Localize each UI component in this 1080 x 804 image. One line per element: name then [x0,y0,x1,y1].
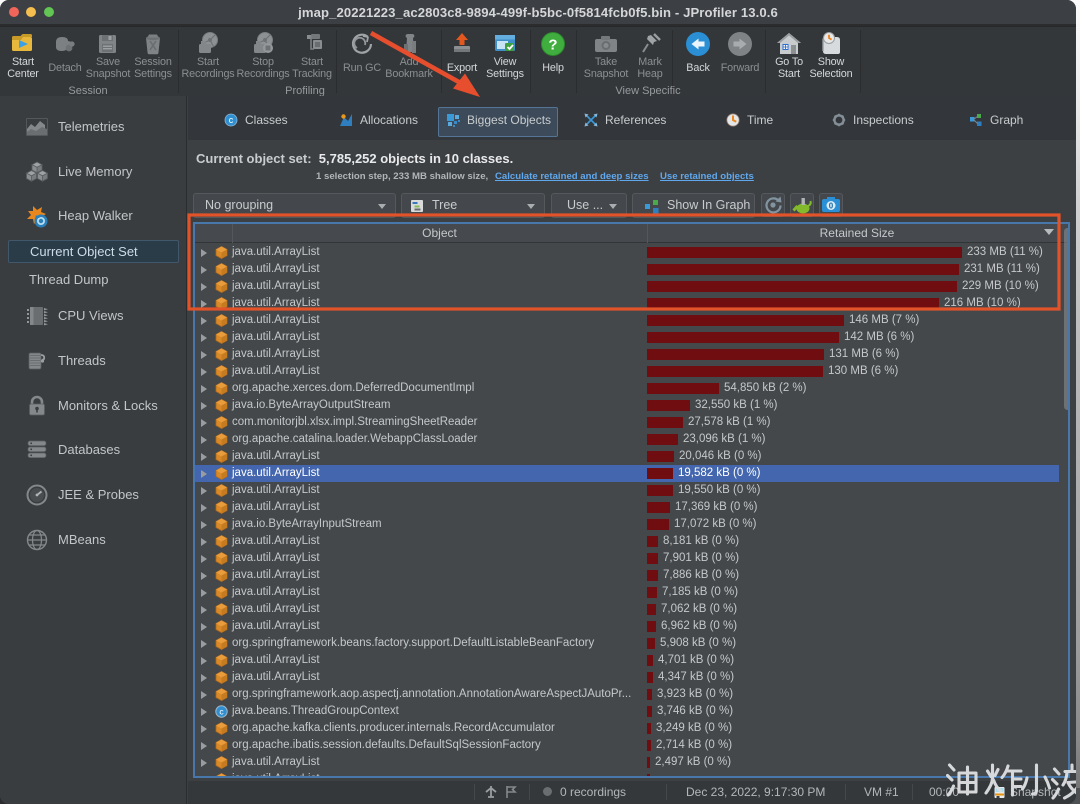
svg-text:?: ? [548,37,557,54]
svg-text:c: c [229,115,234,125]
svg-text:0: 0 [829,202,834,211]
